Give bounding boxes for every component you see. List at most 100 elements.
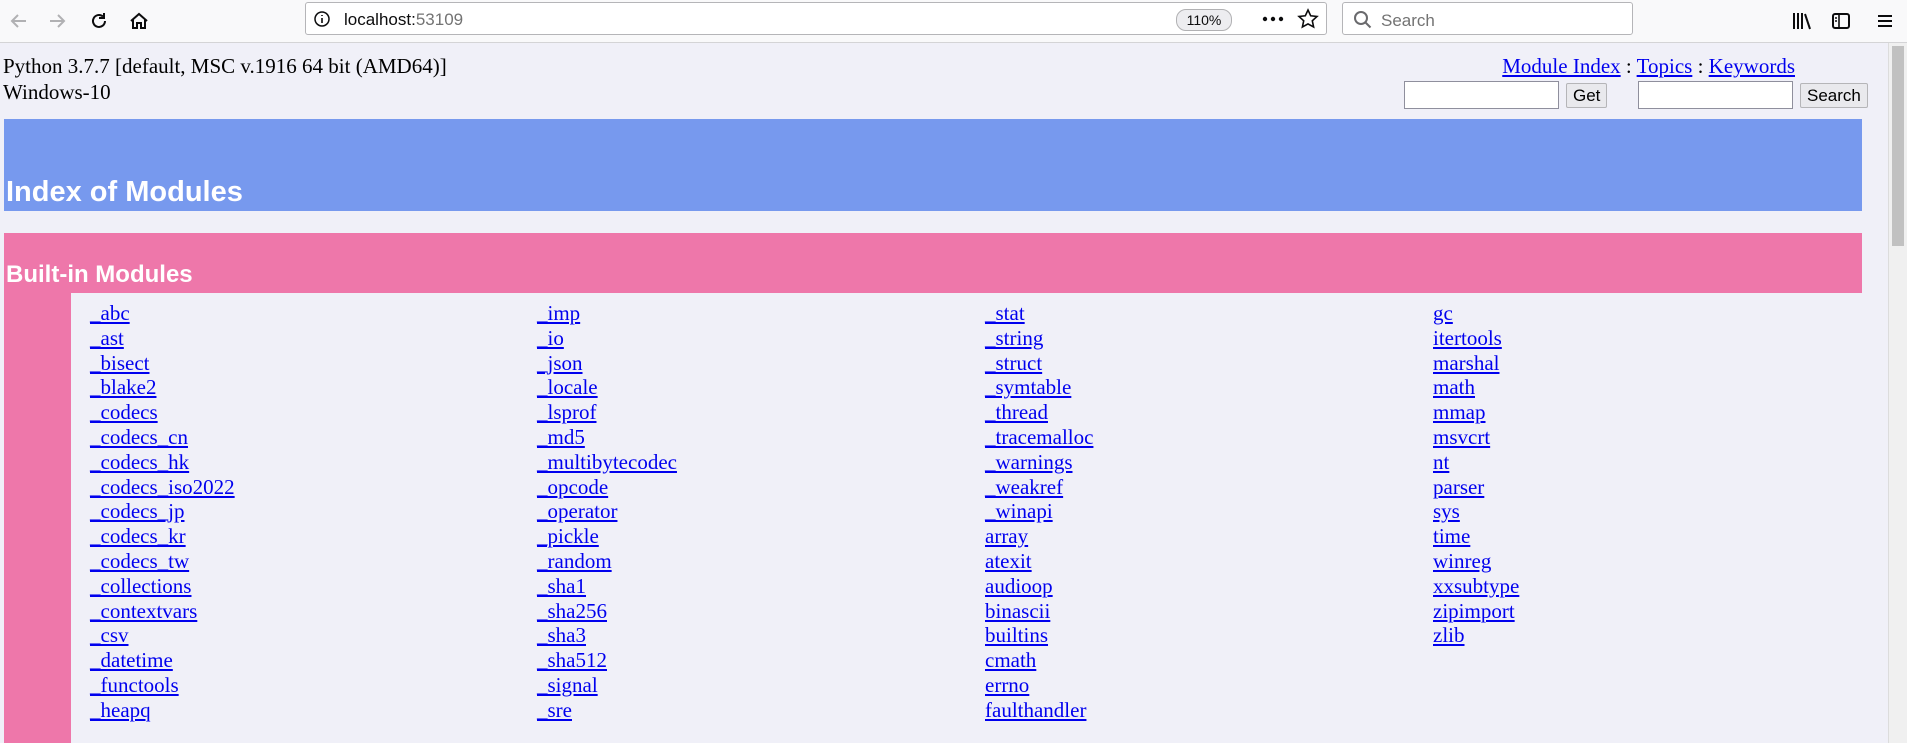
module-link[interactable]: zipimport bbox=[1433, 599, 1853, 624]
get-input[interactable] bbox=[1404, 81, 1559, 109]
module-link[interactable]: array bbox=[985, 524, 1405, 549]
module-link[interactable]: _codecs_cn bbox=[90, 425, 510, 450]
module-link[interactable]: _bisect bbox=[90, 351, 510, 376]
module-link[interactable]: gc bbox=[1433, 301, 1853, 326]
module-link[interactable]: math bbox=[1433, 375, 1853, 400]
module-link[interactable]: _tracemalloc bbox=[985, 425, 1405, 450]
module-link[interactable]: _heapq bbox=[90, 698, 510, 723]
module-link[interactable]: _pickle bbox=[537, 524, 957, 549]
module-link[interactable]: _sha512 bbox=[537, 648, 957, 673]
module-link[interactable]: _opcode bbox=[537, 475, 957, 500]
module-link[interactable]: _codecs_hk bbox=[90, 450, 510, 475]
scrollbar-thumb[interactable] bbox=[1892, 46, 1904, 246]
module-link[interactable]: parser bbox=[1433, 475, 1853, 500]
module-link[interactable]: _codecs_tw bbox=[90, 549, 510, 574]
module-link[interactable]: time bbox=[1433, 524, 1853, 549]
module-link[interactable]: _codecs_jp bbox=[90, 499, 510, 524]
vertical-scrollbar[interactable] bbox=[1888, 43, 1907, 743]
module-link[interactable]: _datetime bbox=[90, 648, 510, 673]
module-link[interactable]: _codecs_kr bbox=[90, 524, 510, 549]
search-bar[interactable]: Search bbox=[1342, 2, 1633, 35]
module-link[interactable]: _multibytecodec bbox=[537, 450, 957, 475]
module-link[interactable]: sys bbox=[1433, 499, 1853, 524]
module-link[interactable]: _functools bbox=[90, 673, 510, 698]
module-link[interactable]: _winapi bbox=[985, 499, 1405, 524]
module-link[interactable]: _imp bbox=[537, 301, 957, 326]
module-column-3: _stat _string _struct _symtable _thread _trac… bbox=[985, 301, 1405, 723]
module-link[interactable]: _struct bbox=[985, 351, 1405, 376]
module-index-link[interactable]: Module Index bbox=[1502, 54, 1620, 78]
more-icon[interactable] bbox=[1259, 6, 1287, 32]
module-link[interactable]: _contextvars bbox=[90, 599, 510, 624]
module-column-1: _abc _ast _bisect _blake2 _codecs _codecs_cn _… bbox=[90, 301, 510, 723]
module-link[interactable]: errno bbox=[985, 673, 1405, 698]
module-link[interactable]: _codecs bbox=[90, 400, 510, 425]
module-link[interactable]: _blake2 bbox=[90, 375, 510, 400]
module-link[interactable]: mmap bbox=[1433, 400, 1853, 425]
module-link[interactable]: _symtable bbox=[985, 375, 1405, 400]
module-link[interactable]: _lsprof bbox=[537, 400, 957, 425]
module-link[interactable]: _csv bbox=[90, 623, 510, 648]
module-link[interactable]: _md5 bbox=[537, 425, 957, 450]
module-link[interactable]: zlib bbox=[1433, 623, 1853, 648]
module-link[interactable]: _string bbox=[985, 326, 1405, 351]
topics-link[interactable]: Topics bbox=[1637, 54, 1693, 78]
module-link[interactable]: _sha1 bbox=[537, 574, 957, 599]
module-link[interactable]: _signal bbox=[537, 673, 957, 698]
search-button[interactable]: Search bbox=[1800, 83, 1868, 108]
module-link[interactable]: atexit bbox=[985, 549, 1405, 574]
forward-icon[interactable] bbox=[42, 6, 72, 36]
module-link[interactable]: _collections bbox=[90, 574, 510, 599]
module-link[interactable]: itertools bbox=[1433, 326, 1853, 351]
module-link[interactable]: _warnings bbox=[985, 450, 1405, 475]
python-version: Python 3.7.7 [default, MSC v.1916 64 bit… bbox=[3, 54, 447, 78]
module-link[interactable]: winreg bbox=[1433, 549, 1853, 574]
url-host: localhost: bbox=[344, 10, 416, 29]
section-heading-band: Built-in Modules bbox=[4, 233, 1862, 293]
module-link[interactable]: _stat bbox=[985, 301, 1405, 326]
top-links: Module Index : Topics : Keywords bbox=[1502, 53, 1795, 79]
module-link[interactable]: _abc bbox=[90, 301, 510, 326]
module-link[interactable]: xxsubtype bbox=[1433, 574, 1853, 599]
section-left-bar bbox=[4, 293, 71, 743]
home-icon[interactable] bbox=[124, 6, 154, 36]
page-title: Index of Modules bbox=[6, 176, 243, 208]
back-icon[interactable] bbox=[4, 6, 34, 36]
keywords-link[interactable]: Keywords bbox=[1709, 54, 1795, 78]
module-link[interactable]: _sha3 bbox=[537, 623, 957, 648]
url-bar[interactable]: localhost:53109 110% bbox=[305, 2, 1327, 35]
bookmark-star-icon[interactable] bbox=[1294, 6, 1322, 32]
module-link[interactable]: nt bbox=[1433, 450, 1853, 475]
module-link[interactable]: marshal bbox=[1433, 351, 1853, 376]
search-icon bbox=[1353, 10, 1373, 35]
module-link[interactable]: cmath bbox=[985, 648, 1405, 673]
module-link[interactable]: _io bbox=[537, 326, 957, 351]
module-link[interactable]: _thread bbox=[985, 400, 1405, 425]
module-link[interactable]: _locale bbox=[537, 375, 957, 400]
module-link[interactable]: _json bbox=[537, 351, 957, 376]
module-link[interactable]: binascii bbox=[985, 599, 1405, 624]
section-title: Built-in Modules bbox=[6, 261, 193, 288]
zoom-badge[interactable]: 110% bbox=[1176, 9, 1232, 31]
module-link[interactable]: _random bbox=[537, 549, 957, 574]
browser-toolbar: localhost:53109 110% Search bbox=[0, 0, 1907, 43]
search-input[interactable] bbox=[1638, 81, 1793, 109]
library-icon[interactable] bbox=[1787, 6, 1817, 36]
reload-icon[interactable] bbox=[84, 6, 114, 36]
module-link[interactable]: builtins bbox=[985, 623, 1405, 648]
module-link[interactable]: _weakref bbox=[985, 475, 1405, 500]
module-link[interactable]: _operator bbox=[537, 499, 957, 524]
get-button[interactable]: Get bbox=[1566, 83, 1608, 108]
module-link[interactable]: msvcrt bbox=[1433, 425, 1853, 450]
module-link[interactable]: _codecs_iso2022 bbox=[90, 475, 510, 500]
module-link[interactable]: _ast bbox=[90, 326, 510, 351]
info-icon[interactable] bbox=[313, 10, 331, 33]
url-text[interactable]: localhost:53109 bbox=[344, 10, 463, 30]
module-column-2: _imp _io _json _locale _lsprof _md5 _multibyte… bbox=[537, 301, 957, 723]
module-link[interactable]: _sha256 bbox=[537, 599, 957, 624]
module-link[interactable]: audioop bbox=[985, 574, 1405, 599]
sidebar-icon[interactable] bbox=[1826, 6, 1856, 36]
module-link[interactable]: faulthandler bbox=[985, 698, 1405, 723]
module-link[interactable]: _sre bbox=[537, 698, 957, 723]
menu-icon[interactable] bbox=[1870, 6, 1900, 36]
